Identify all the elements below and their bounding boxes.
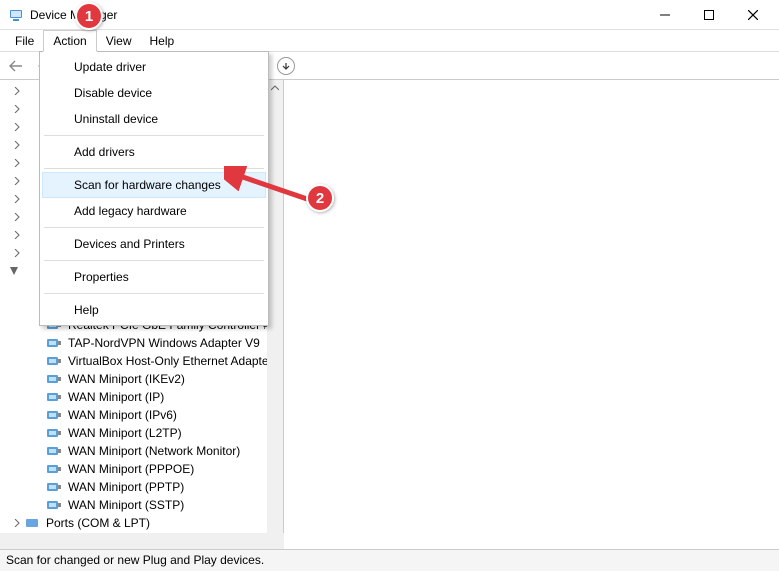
adapter-label: WAN Miniport (L2TP) — [66, 425, 184, 441]
tree-item-network-adapter[interactable]: WAN Miniport (IKEv2) — [46, 370, 283, 388]
menu-properties[interactable]: Properties — [42, 264, 266, 290]
network-adapter-icon — [46, 390, 62, 404]
tree-item-network-adapter[interactable]: TAP-NordVPN Windows Adapter V9 — [46, 334, 283, 352]
menu-file[interactable]: File — [6, 31, 43, 51]
tree-item-network-adapter[interactable]: WAN Miniport (PPTP) — [46, 478, 283, 496]
network-adapter-icon — [46, 480, 62, 494]
adapter-label: WAN Miniport (Network Monitor) — [66, 443, 242, 459]
tree-item-network-adapter[interactable]: WAN Miniport (L2TP) — [46, 424, 283, 442]
vertical-scrollbar[interactable] — [267, 80, 283, 549]
detail-panel — [284, 80, 779, 549]
adapter-label: WAN Miniport (PPPOE) — [66, 461, 196, 477]
minimize-button[interactable] — [643, 1, 687, 29]
tree-item-network-adapter[interactable]: WAN Miniport (SSTP) — [46, 496, 283, 514]
back-button[interactable] — [4, 55, 28, 77]
ports-icon — [24, 516, 40, 530]
tree-item-network-adapter[interactable]: WAN Miniport (PPPOE) — [46, 460, 283, 478]
menu-help[interactable]: Help — [42, 297, 266, 323]
tree-item-network-adapter[interactable]: WAN Miniport (IP) — [46, 388, 283, 406]
adapter-label: WAN Miniport (SSTP) — [66, 497, 186, 513]
menu-devices-printers[interactable]: Devices and Printers — [42, 231, 266, 257]
menu-separator — [44, 293, 264, 294]
category-label: Ports (COM & LPT) — [44, 515, 152, 531]
menu-disable-device[interactable]: Disable device — [42, 80, 266, 106]
tree-item-network-adapter[interactable]: WAN Miniport (Network Monitor) — [46, 442, 283, 460]
adapter-label: WAN Miniport (IKEv2) — [66, 371, 187, 387]
network-adapter-icon — [46, 462, 62, 476]
tree-item-network-adapter[interactable]: VirtualBox Host-Only Ethernet Adapter — [46, 352, 283, 370]
menu-action[interactable]: Action — [43, 30, 96, 52]
horizontal-scrollbar[interactable] — [0, 533, 284, 549]
network-adapter-icon — [46, 372, 62, 386]
network-adapter-icon — [46, 336, 62, 350]
scan-hardware-icon[interactable] — [277, 57, 295, 75]
adapter-label: WAN Miniport (PPTP) — [66, 479, 186, 495]
window-title: Device Manager — [30, 8, 117, 22]
menu-separator — [44, 227, 264, 228]
adapter-label: WAN Miniport (IPv6) — [66, 407, 179, 423]
scroll-up-icon[interactable] — [267, 80, 283, 96]
network-adapter-icon — [46, 408, 62, 422]
menu-uninstall-device[interactable]: Uninstall device — [42, 106, 266, 132]
close-button[interactable] — [731, 1, 775, 29]
maximize-button[interactable] — [687, 1, 731, 29]
menu-add-drivers[interactable]: Add drivers — [42, 139, 266, 165]
adapter-label: TAP-NordVPN Windows Adapter V9 — [66, 335, 262, 351]
network-adapter-icon — [46, 498, 62, 512]
menu-update-driver[interactable]: Update driver — [42, 54, 266, 80]
status-text: Scan for changed or new Plug and Play de… — [6, 553, 264, 567]
network-adapter-icon — [46, 426, 62, 440]
network-adapter-icon — [46, 444, 62, 458]
title-bar: Device Manager — [0, 0, 779, 30]
annotation-callout-2: 2 — [306, 184, 334, 212]
adapter-label: WAN Miniport (IP) — [66, 389, 166, 405]
status-bar: Scan for changed or new Plug and Play de… — [0, 549, 779, 571]
menu-separator — [44, 135, 264, 136]
menu-separator — [44, 260, 264, 261]
menu-bar: File Action View Help — [0, 30, 779, 52]
menu-help[interactable]: Help — [141, 31, 184, 51]
tree-item-network-adapter[interactable]: WAN Miniport (IPv6) — [46, 406, 283, 424]
adapter-label: VirtualBox Host-Only Ethernet Adapter — [66, 353, 275, 369]
menu-view[interactable]: View — [97, 31, 141, 51]
tree-category-ports[interactable]: Ports (COM & LPT) — [2, 514, 283, 532]
annotation-arrow — [224, 166, 316, 210]
device-manager-icon — [8, 7, 24, 23]
network-adapter-icon — [46, 354, 62, 368]
annotation-callout-1: 1 — [75, 2, 103, 30]
